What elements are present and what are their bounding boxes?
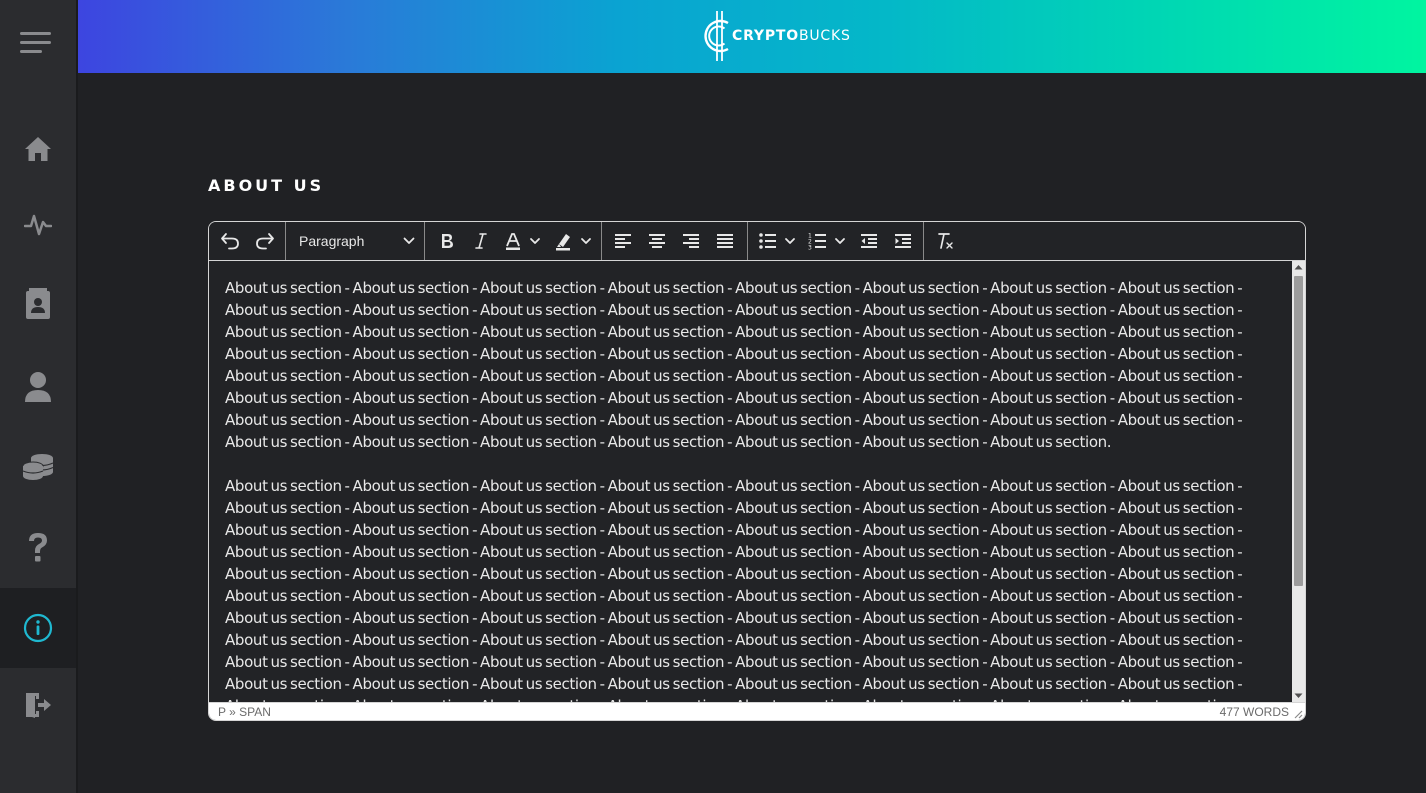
sidebar-item-help[interactable] [0,507,76,587]
sidebar-item-activity[interactable] [0,185,76,265]
highlight-color-button[interactable] [552,228,598,254]
crypto-logo-icon [704,11,729,61]
sidebar-divider [76,0,78,793]
align-center-button[interactable] [644,228,670,254]
activity-icon [24,214,52,236]
rich-text-editor: Paragraph 1 2 3 About us section - About… [208,221,1306,721]
italic-button[interactable] [468,228,494,254]
block-format-select[interactable]: Paragraph [293,228,423,254]
sidebar-item-logout[interactable] [0,665,76,745]
brand-name-light: BUCKS [798,28,851,44]
align-right-button[interactable] [678,228,704,254]
bullet-list-icon [759,233,795,249]
page-title: ABOUT US [208,176,325,195]
question-icon [29,533,47,562]
indent-icon [895,234,911,248]
content-paragraph: About us section - About us section - Ab… [225,279,1243,451]
sidebar-item-about[interactable] [0,588,76,668]
brand-name-bold: CRYPTO [732,28,799,44]
sidebar-item-contacts[interactable] [0,264,76,344]
justify-button[interactable] [712,228,738,254]
align-left-icon [615,234,631,248]
editor-statusbar: P » SPAN 477 WORDS [209,702,1305,720]
chevron-down-icon [403,237,415,244]
sidebar-item-coins[interactable] [0,427,76,507]
clear-formatting-button[interactable] [932,228,958,254]
scroll-up-icon[interactable] [1294,264,1303,270]
highlight-icon [556,234,591,251]
justify-icon [717,234,733,248]
redo-icon [256,233,274,250]
user-icon [25,372,51,402]
outdent-icon [861,234,877,248]
indent-button[interactable] [890,228,916,254]
scroll-down-icon[interactable] [1294,693,1303,699]
brand-logo[interactable]: CRYPTOBUCKS [700,9,851,63]
align-right-icon [683,234,699,248]
info-icon [23,613,53,643]
contacts-book-icon [26,288,50,319]
top-header: CRYPTOBUCKS [78,0,1426,73]
sidebar-item-home[interactable] [0,109,76,189]
logout-icon [26,693,51,718]
block-format-value: Paragraph [299,233,365,249]
undo-button[interactable] [217,228,243,254]
home-icon [25,137,51,161]
word-count[interactable]: 477 WORDS [1220,705,1289,719]
sidebar [0,0,76,793]
bold-button[interactable] [434,228,460,254]
italic-icon [475,233,487,249]
element-path[interactable]: P » SPAN [218,705,271,719]
scroll-thumb[interactable] [1294,276,1303,586]
align-left-button[interactable] [610,228,636,254]
editor-toolbar: Paragraph 1 2 3 [209,222,1305,261]
redo-button[interactable] [252,228,278,254]
coins-icon [22,454,54,480]
editor-content[interactable]: About us section - About us section - Ab… [209,261,1292,702]
numbered-list-button[interactable]: 1 2 3 [806,228,852,254]
bullet-list-button[interactable] [756,228,802,254]
text-color-button[interactable] [502,228,548,254]
numbered-list-icon: 1 2 3 [808,233,845,251]
svg-text:3: 3 [808,245,812,251]
sidebar-item-profile[interactable] [0,347,76,427]
content-paragraph: About us section - About us section - Ab… [225,477,1243,702]
editor-scrollbar[interactable] [1292,261,1305,702]
align-center-icon [649,234,665,248]
resize-handle-icon[interactable] [1293,709,1303,719]
undo-icon [221,233,239,250]
bold-icon [442,234,453,248]
text-color-icon [506,233,540,250]
outdent-button[interactable] [856,228,882,254]
menu-toggle-icon[interactable] [20,30,52,56]
clear-formatting-icon [938,233,953,249]
